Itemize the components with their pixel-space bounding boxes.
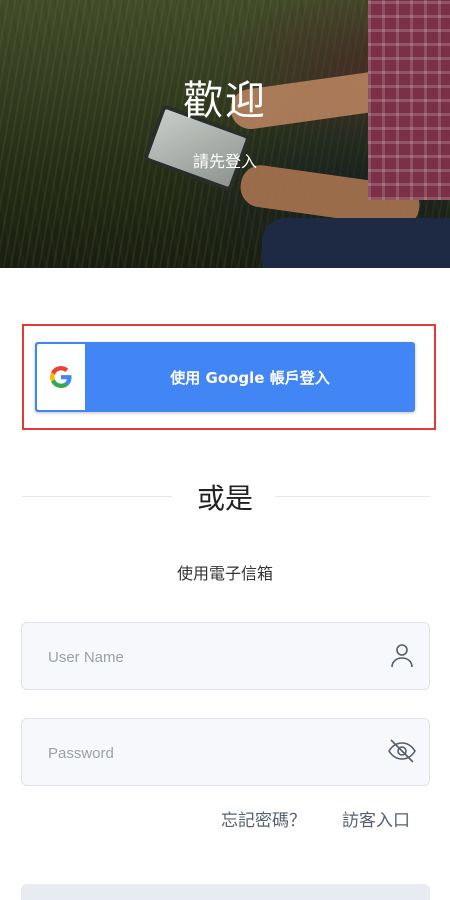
login-prompt: 請先登入 [192, 152, 257, 171]
user-icon [387, 640, 417, 670]
bottom-action-bar[interactable] [21, 884, 430, 900]
password-field [21, 718, 430, 787]
google-login-button[interactable]: 使用 Google 帳戶登入 [35, 342, 415, 412]
username-input[interactable] [46, 623, 380, 691]
google-login-label: 使用 Google 帳戶登入 [170, 368, 330, 387]
forgot-password-link[interactable]: 忘記密碼？ [221, 806, 306, 831]
hero-banner: 歡迎 請先登入 [0, 0, 450, 268]
username-field [21, 622, 430, 691]
guest-entry-link[interactable]: 訪客入口 [342, 806, 410, 831]
email-login-label: 使用電子信箱 [176, 564, 273, 583]
welcome-title: 歡迎 [183, 78, 267, 124]
password-input[interactable] [46, 719, 380, 787]
eye-off-icon[interactable] [387, 736, 417, 766]
divider-line-right [275, 496, 430, 497]
divider-or: 或是 [196, 482, 253, 515]
hero-photo-jeans [262, 218, 450, 268]
google-icon [37, 344, 85, 410]
